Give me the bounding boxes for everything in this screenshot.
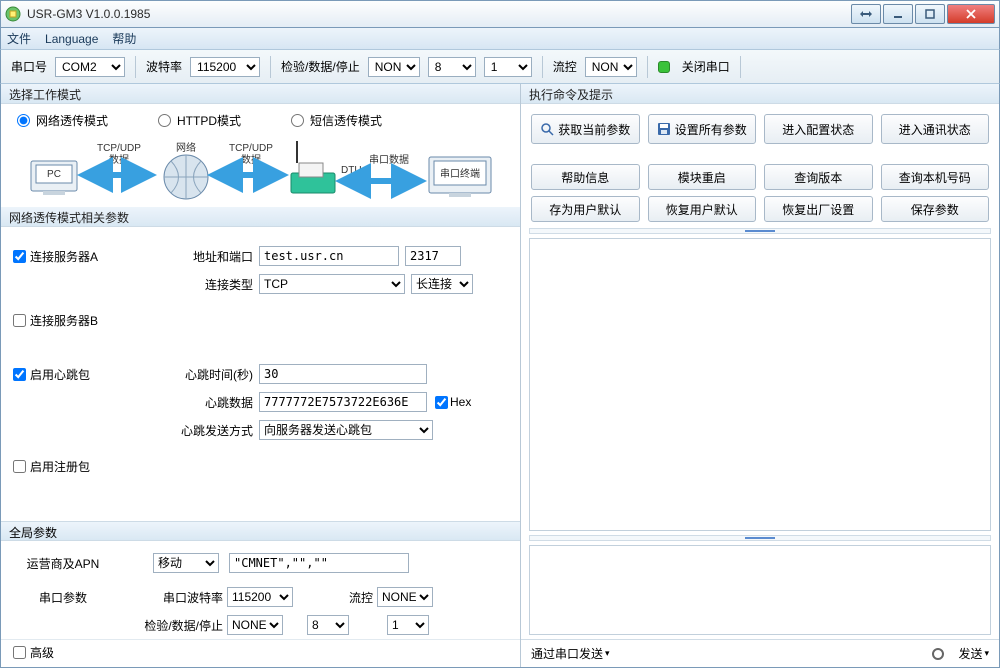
send-button[interactable]: 发送▾ bbox=[958, 645, 989, 662]
baud-label: 波特率 bbox=[146, 58, 182, 75]
server-a-checkbox[interactable] bbox=[13, 250, 26, 263]
send-radio-icon bbox=[932, 648, 944, 660]
mode-diagram: PC TCP/UDP 数据 网络 TCP/UDP 数据 DTU bbox=[1, 133, 520, 207]
svg-text:数据: 数据 bbox=[241, 153, 261, 166]
hb-hex-checkbox[interactable] bbox=[435, 396, 448, 409]
restart-button[interactable]: 模块重启 bbox=[648, 164, 757, 190]
serial-parity-select[interactable]: NONE bbox=[227, 615, 283, 635]
apn-value-input[interactable] bbox=[229, 553, 409, 573]
svg-text:TCP/UDP: TCP/UDP bbox=[97, 143, 141, 154]
register-label: 启用注册包 bbox=[30, 458, 90, 475]
parity-select[interactable]: NONE bbox=[368, 57, 420, 77]
svg-text:串口终端: 串口终端 bbox=[440, 167, 480, 180]
conn-type-label: 连接类型 bbox=[163, 276, 253, 293]
server-port-input[interactable] bbox=[405, 246, 461, 266]
close-port-button[interactable]: 关闭串口 bbox=[682, 58, 730, 75]
server-a-label: 连接服务器A bbox=[30, 248, 98, 265]
mode-httpd-radio[interactable]: HTTPD模式 bbox=[158, 112, 241, 129]
serial-params-label: 串口参数 bbox=[13, 589, 113, 606]
svg-text:DTU: DTU bbox=[341, 165, 362, 176]
parity-label: 检验/数据/停止 bbox=[281, 58, 360, 75]
get-params-button[interactable]: 获取当前参数 bbox=[531, 114, 640, 144]
menu-bar: 文件 Language 帮助 bbox=[0, 28, 1000, 50]
serial-toolbar: 串口号 COM2 波特率 115200 检验/数据/停止 NONE 8 1 流控… bbox=[0, 50, 1000, 84]
hb-data-label: 心跳数据 bbox=[163, 394, 253, 411]
conn-type-select[interactable]: TCP bbox=[259, 274, 405, 294]
send-via-dropdown[interactable]: 通过串口发送▾ bbox=[531, 645, 610, 662]
receive-log-pane[interactable] bbox=[529, 238, 991, 531]
window-title: USR-GM3 V1.0.0.1985 bbox=[27, 7, 849, 21]
save-user-default-button[interactable]: 存为用户默认 bbox=[531, 196, 640, 222]
title-bar: USR-GM3 V1.0.0.1985 bbox=[0, 0, 1000, 28]
serial-flow-label: 流控 bbox=[293, 589, 373, 606]
net-params-header: 网络透传模式相关参数 bbox=[1, 207, 520, 227]
hb-hex-label: Hex bbox=[450, 395, 471, 409]
advanced-label: 高级 bbox=[30, 644, 54, 661]
svg-text:串口数据: 串口数据 bbox=[369, 153, 409, 166]
svg-text:网络: 网络 bbox=[176, 141, 196, 154]
apn-carrier-select[interactable]: 移动 bbox=[153, 553, 219, 573]
set-params-button[interactable]: 设置所有参数 bbox=[648, 114, 757, 144]
serial-baud-label: 串口波特率 bbox=[153, 589, 223, 606]
menu-file[interactable]: 文件 bbox=[7, 30, 31, 47]
enter-comm-button[interactable]: 进入通讯状态 bbox=[881, 114, 990, 144]
com-port-select[interactable]: COM2 bbox=[55, 57, 125, 77]
app-icon bbox=[5, 6, 21, 22]
menu-help[interactable]: 帮助 bbox=[112, 30, 136, 47]
save-params-button[interactable]: 保存参数 bbox=[881, 196, 990, 222]
serial-parity-label: 检验/数据/停止 bbox=[123, 617, 223, 634]
maximize-button[interactable] bbox=[915, 4, 945, 24]
hb-send-select[interactable]: 向服务器发送心跳包 bbox=[259, 420, 433, 440]
hb-data-input[interactable] bbox=[259, 392, 427, 412]
server-b-label: 连接服务器B bbox=[30, 312, 98, 329]
serial-baud-select[interactable]: 115200 bbox=[227, 587, 293, 607]
stopbits-select[interactable]: 1 bbox=[484, 57, 532, 77]
enter-config-button[interactable]: 进入配置状态 bbox=[764, 114, 873, 144]
restore-user-default-button[interactable]: 恢复用户默认 bbox=[648, 196, 757, 222]
send-input-pane[interactable] bbox=[529, 545, 991, 635]
com-port-label: 串口号 bbox=[11, 58, 47, 75]
baud-select[interactable]: 115200 bbox=[190, 57, 260, 77]
flow-label: 流控 bbox=[553, 58, 577, 75]
log-splitter-bottom[interactable] bbox=[529, 535, 991, 541]
databits-select[interactable]: 8 bbox=[428, 57, 476, 77]
help-info-button[interactable]: 帮助信息 bbox=[531, 164, 640, 190]
save-icon bbox=[657, 122, 671, 136]
restore-factory-button[interactable]: 恢复出厂设置 bbox=[764, 196, 873, 222]
select-mode-header: 选择工作模式 bbox=[1, 84, 520, 104]
execute-header: 执行命令及提示 bbox=[521, 84, 999, 104]
advanced-checkbox[interactable] bbox=[13, 646, 26, 659]
heartbeat-label: 启用心跳包 bbox=[30, 366, 90, 383]
server-b-checkbox[interactable] bbox=[13, 314, 26, 327]
query-version-button[interactable]: 查询版本 bbox=[764, 164, 873, 190]
log-splitter-top[interactable] bbox=[529, 228, 991, 234]
register-checkbox[interactable] bbox=[13, 460, 26, 473]
mode-sms-radio[interactable]: 短信透传模式 bbox=[291, 112, 382, 129]
close-button[interactable] bbox=[947, 4, 995, 24]
query-number-button[interactable]: 查询本机号码 bbox=[881, 164, 990, 190]
serial-databits-select[interactable]: 8 bbox=[307, 615, 349, 635]
flow-select[interactable]: NONE bbox=[585, 57, 637, 77]
heartbeat-checkbox[interactable] bbox=[13, 368, 26, 381]
minimize-button[interactable] bbox=[883, 4, 913, 24]
server-addr-input[interactable] bbox=[259, 246, 399, 266]
hb-time-label: 心跳时间(秒) bbox=[163, 366, 253, 383]
window-extra-button[interactable] bbox=[851, 4, 881, 24]
serial-stopbits-select[interactable]: 1 bbox=[387, 615, 429, 635]
conn-mode-select[interactable]: 长连接 bbox=[411, 274, 473, 294]
port-status-led bbox=[658, 61, 670, 73]
addr-port-label: 地址和端口 bbox=[163, 248, 253, 265]
svg-text:PC: PC bbox=[47, 169, 61, 180]
global-params-header: 全局参数 bbox=[1, 521, 520, 541]
svg-text:TCP/UDP: TCP/UDP bbox=[229, 143, 273, 154]
mode-net-radio[interactable]: 网络透传模式 bbox=[17, 112, 108, 129]
svg-text:数据: 数据 bbox=[109, 153, 129, 166]
hb-time-input[interactable] bbox=[259, 364, 427, 384]
serial-flow-select[interactable]: NONE bbox=[377, 587, 433, 607]
hb-send-label: 心跳发送方式 bbox=[163, 422, 253, 439]
menu-language[interactable]: Language bbox=[45, 32, 98, 46]
apn-label: 运营商及APN bbox=[13, 555, 113, 572]
search-icon bbox=[540, 122, 554, 136]
